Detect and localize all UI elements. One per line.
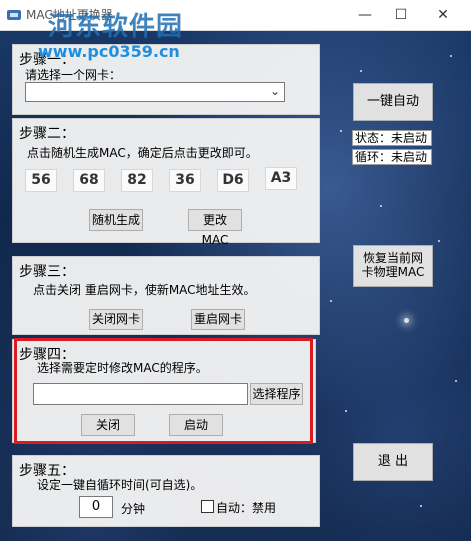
step4-highlight-frame [14, 338, 313, 444]
step3-instruction: 点击关闭 重启网卡，使新MAC地址生效。 [33, 283, 256, 297]
change-mac-button[interactable]: 更改 MAC [188, 209, 242, 247]
watermark-url: www.pc0359.cn [38, 42, 180, 61]
random-generate-button[interactable]: 随机生成 [89, 209, 143, 231]
title-bar: MAC地址更换器 河东软件园 — ☐ ✕ [0, 0, 471, 42]
mac-octet-5: D6 [217, 169, 249, 192]
mac-octet-1: 56 [25, 169, 57, 192]
step2-instruction: 点击随机生成MAC，确定后点击更改即可。 [27, 146, 258, 160]
auto-label: 自动：禁用 [216, 501, 277, 515]
restore-button-line1: 恢复当前网 [362, 251, 423, 265]
restore-physical-mac-button[interactable]: 恢复当前网 卡物理MAC [353, 245, 433, 287]
mac-octet-2: 68 [73, 169, 105, 192]
star-decoration [330, 300, 332, 302]
auto-checkbox[interactable] [201, 500, 214, 513]
watermark-logo: 河东软件园 [48, 12, 184, 42]
step5-instruction: 设定一键自循环时间(可自选)。 [37, 478, 203, 492]
loop-status-display: 循环：未启动 [352, 149, 432, 165]
step3-panel: 步骤三： 点击关闭 重启网卡，使新MAC地址生效。 关闭网卡 重启网卡 [12, 256, 320, 335]
star-decoration [380, 205, 382, 207]
chevron-down-icon: ⌄ [269, 84, 280, 98]
mac-octet-4: 36 [169, 169, 201, 192]
one-click-auto-button[interactable]: 一键自动 [353, 83, 433, 121]
minimize-icon[interactable]: — [350, 4, 380, 26]
adapter-select[interactable]: ⌄ [25, 82, 285, 102]
mac-octet-6: A3 [265, 167, 297, 190]
step1-prompt: 请选择一个网卡： [25, 68, 122, 82]
restart-adapter-button[interactable]: 重启网卡 [191, 309, 245, 330]
minutes-unit-label: 分钟 [121, 502, 146, 516]
mac-octet-3: 82 [121, 169, 153, 192]
app-icon [7, 10, 21, 20]
maximize-icon[interactable]: ☐ [386, 4, 416, 26]
step5-panel: 步骤五： 设定一键自循环时间(可自选)。 0 分钟 自动：禁用 [12, 455, 320, 527]
star-decoration [420, 505, 422, 507]
star-decoration [345, 410, 347, 412]
star-decoration [455, 380, 457, 382]
star-decoration [450, 55, 452, 57]
exit-button[interactable]: 退 出 [353, 443, 433, 481]
star-decoration [438, 240, 440, 242]
step2-panel: 步骤二： 点击随机生成MAC，确定后点击更改即可。 56 68 82 36 D6… [12, 118, 320, 247]
status-display: 状态：未启动 [352, 130, 432, 146]
star-decoration [404, 318, 409, 323]
star-decoration [360, 70, 362, 72]
loop-minutes-input[interactable]: 0 [79, 496, 113, 518]
step3-title: 步骤三： [19, 264, 75, 280]
star-decoration [340, 130, 342, 132]
close-adapter-button[interactable]: 关闭网卡 [89, 309, 143, 330]
restore-button-line2: 卡物理MAC [361, 265, 425, 279]
close-icon[interactable]: ✕ [428, 4, 458, 26]
step2-title: 步骤二： [19, 126, 75, 142]
